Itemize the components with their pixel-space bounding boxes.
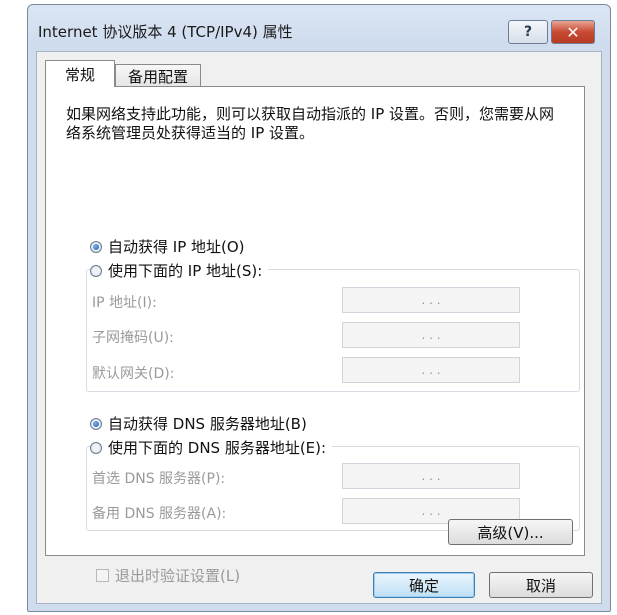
radio-auto-dns[interactable]: 自动获得 DNS 服务器地址(B)	[90, 413, 307, 434]
radio-manual-ip[interactable]: 使用下面的 IP 地址(S):	[90, 260, 269, 281]
cancel-button[interactable]: 取消	[489, 572, 593, 598]
radio-auto-dns-label: 自动获得 DNS 服务器地址(B)	[108, 415, 307, 433]
checkbox-icon	[96, 569, 109, 582]
properties-dialog: Internet 协议版本 4 (TCP/IPv4) 属性 ? ✕ 常规 备用配…	[27, 4, 611, 612]
tab-general[interactable]: 常规	[45, 60, 115, 87]
advanced-button[interactable]: 高级(V)...	[448, 519, 573, 545]
radio-selected-icon	[90, 240, 102, 253]
radio-manual-ip-label: 使用下面的 IP 地址(S):	[108, 262, 263, 280]
ip-address-label: IP 地址(I):	[92, 295, 157, 311]
dialog-body: 常规 备用配置 如果网络支持此功能，则可以获取自动指派的 IP 设置。否则，您需…	[36, 51, 602, 604]
tab-panel-general: 如果网络支持此功能，则可以获取自动指派的 IP 设置。否则，您需要从网络系统管理…	[45, 86, 585, 585]
radio-selected-icon	[90, 417, 102, 430]
help-button[interactable]: ?	[508, 20, 548, 44]
validate-on-exit-checkbox[interactable]: 退出时验证设置(L)	[96, 565, 240, 586]
radio-auto-ip[interactable]: 自动获得 IP 地址(O)	[90, 236, 245, 257]
tab-alternate-configuration[interactable]: 备用配置	[115, 64, 201, 88]
subnet-mask-label: 子网掩码(U):	[92, 330, 174, 346]
alternate-dns-label: 备用 DNS 服务器(A):	[92, 506, 227, 522]
ok-button[interactable]: 确定	[373, 572, 475, 598]
ip-address-field[interactable]: . . .	[342, 287, 520, 313]
radio-auto-ip-label: 自动获得 IP 地址(O)	[108, 238, 245, 256]
window-title: Internet 协议版本 4 (TCP/IPv4) 属性	[38, 23, 293, 41]
default-gateway-label: 默认网关(D):	[92, 366, 175, 382]
description-text: 如果网络支持此功能，则可以获取自动指派的 IP 设置。否则，您需要从网络系统管理…	[66, 105, 555, 142]
validate-on-exit-label: 退出时验证设置(L)	[115, 567, 241, 585]
radio-manual-dns[interactable]: 使用下面的 DNS 服务器地址(E):	[90, 437, 333, 458]
preferred-dns-label: 首选 DNS 服务器(P):	[92, 471, 226, 487]
close-button[interactable]: ✕	[551, 20, 595, 44]
close-icon: ✕	[566, 22, 580, 42]
radio-manual-dns-label: 使用下面的 DNS 服务器地址(E):	[108, 439, 327, 457]
default-gateway-field[interactable]: . . .	[342, 357, 520, 383]
radio-unselected-icon	[90, 264, 102, 277]
radio-unselected-icon	[90, 441, 102, 454]
subnet-mask-field[interactable]: . . .	[342, 322, 520, 348]
preferred-dns-field[interactable]: . . .	[342, 463, 520, 489]
title-bar[interactable]: Internet 协议版本 4 (TCP/IPv4) 属性 ? ✕	[28, 5, 610, 55]
